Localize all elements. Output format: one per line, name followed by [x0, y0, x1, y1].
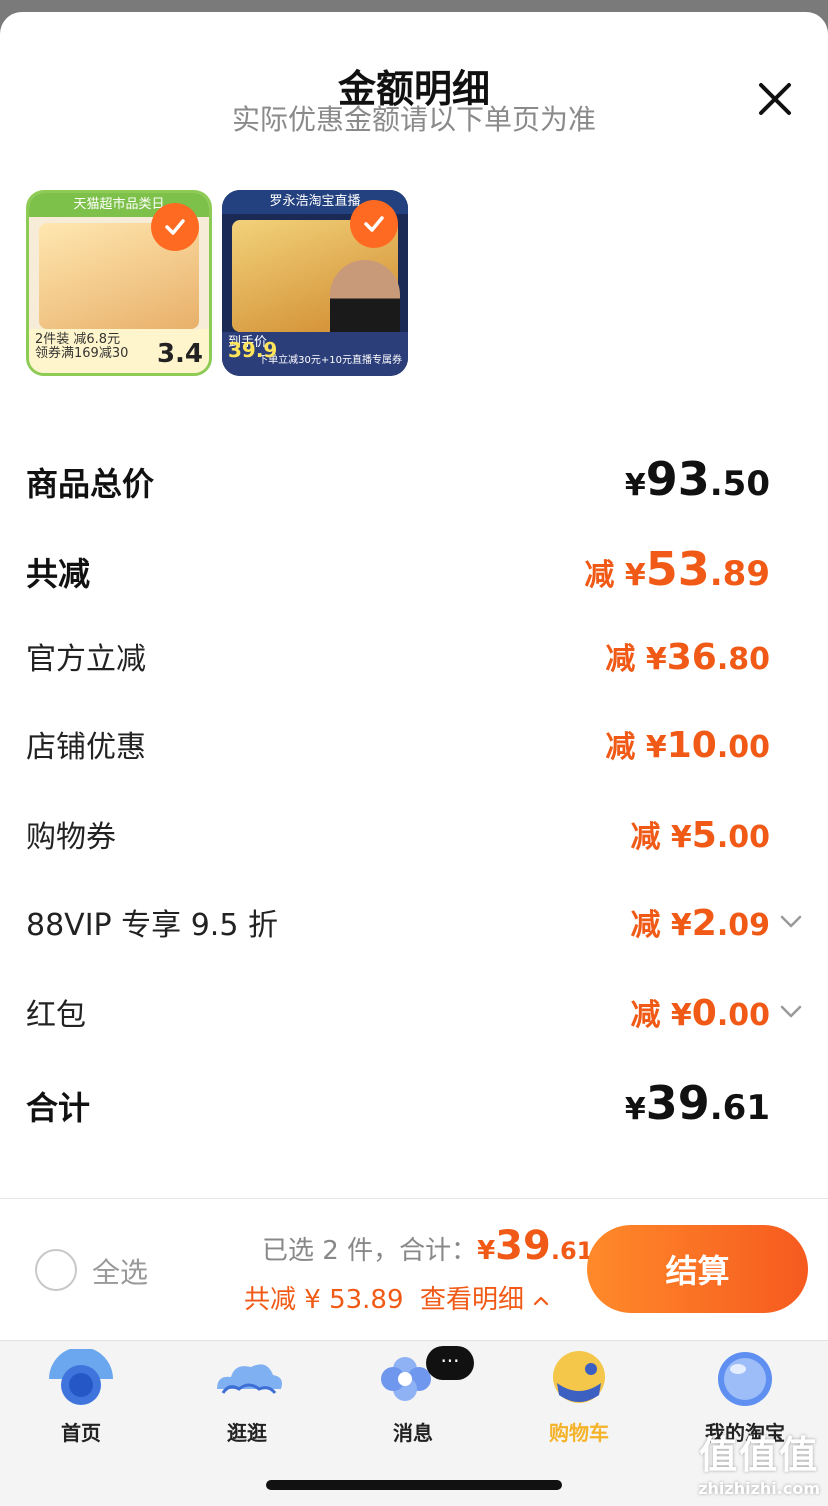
tab-label: 首页 [61, 1421, 101, 1445]
row-label: 官方立减 [26, 642, 146, 677]
row-label: 店铺优惠 [26, 730, 146, 765]
row-vip-discount[interactable]: 88VIP 专享 9.5 折 减 ¥2.09 [26, 900, 770, 944]
check-icon[interactable] [151, 203, 199, 251]
row-amount: 减 ¥0.00 [630, 993, 770, 1034]
row-amount: ¥39.61 [624, 1076, 770, 1130]
tab-label: 购物车 [549, 1421, 609, 1445]
row-label: 合计 [26, 1089, 91, 1127]
row-total-discount: 共减 减 ¥53.89 [26, 542, 770, 596]
tab-label: 逛逛 [227, 1421, 267, 1445]
product-price: 3.4 [156, 339, 203, 369]
cart-icon [541, 1349, 617, 1411]
row-label: 红包 [26, 998, 86, 1033]
check-icon[interactable] [350, 200, 398, 248]
select-all-radio[interactable] [35, 1249, 77, 1291]
row-label: 商品总价 [26, 465, 155, 503]
watermark: 值值值 zhizhizhi.com [698, 1433, 820, 1498]
product-price: 39.9 [228, 338, 278, 362]
chevron-down-icon[interactable] [778, 908, 804, 934]
row-sum: 合计 ¥39.61 [26, 1076, 770, 1130]
select-all-label[interactable]: 全选 [92, 1251, 148, 1291]
sheet-subtitle: 实际优惠金额请以下单页为准 [231, 103, 596, 136]
chevron-down-icon[interactable] [778, 998, 804, 1024]
close-icon[interactable] [752, 76, 798, 122]
chevron-up-icon [534, 1296, 549, 1305]
row-label: 88VIP 专享 9.5 折 [26, 908, 278, 943]
tab-home[interactable]: 首页 [26, 1347, 136, 1446]
home-indicator[interactable] [266, 1480, 562, 1490]
row-amount: 减 ¥36.80 [605, 637, 770, 678]
checkout-bar: 全选 已选 2 件，合计：¥39.61 共减 ¥ 53.89 查看明细 结算 [0, 1198, 828, 1340]
profile-orb-icon [707, 1349, 783, 1411]
row-label: 共减 [26, 555, 91, 593]
cloud-icon [209, 1349, 285, 1411]
row-red-packet[interactable]: 红包 减 ¥0.00 [26, 990, 770, 1034]
row-amount: 减 ¥10.00 [605, 725, 770, 766]
row-amount: 减 ¥53.89 [584, 542, 770, 596]
selected-summary: 已选 2 件，合计：¥39.61 [262, 1223, 594, 1269]
row-amount: 减 ¥5.00 [630, 815, 770, 856]
row-total-price: 商品总价 ¥93.50 [26, 452, 770, 506]
saved-summary[interactable]: 共减 ¥ 53.89 查看明细 [244, 1279, 550, 1316]
row-amount: ¥93.50 [624, 452, 770, 506]
view-detail-link[interactable]: 查看明细 [420, 1285, 524, 1315]
product-thumbnail-1[interactable]: 天猫超市品类日 2件装 减6.8元 领券满169减30 3.4 [26, 190, 212, 376]
row-coupon: 购物券 减 ¥5.00 [26, 812, 770, 856]
row-official-discount: 官方立减 减 ¥36.80 [26, 634, 770, 678]
row-amount: 减 ¥2.09 [630, 903, 770, 944]
tab-explore[interactable]: 逛逛 [192, 1349, 302, 1446]
amount-detail-sheet: 金额明细 实际优惠金额请以下单页为准 天猫超市品类日 2件装 减6.8元 领券满… [0, 12, 828, 1198]
tab-label: 消息 [393, 1421, 433, 1445]
message-badge: ··· [426, 1346, 474, 1380]
tab-cart[interactable]: 购物车 [524, 1349, 634, 1446]
home-icon [43, 1347, 119, 1411]
row-store-discount: 店铺优惠 减 ¥10.00 [26, 722, 770, 766]
checkout-button[interactable]: 结算 [587, 1225, 808, 1313]
row-label: 购物券 [26, 820, 116, 855]
product-thumbnail-2[interactable]: 罗永浩淘宝直播 到手价 下单立减30元+10元直播专属券 39.9 [222, 190, 408, 376]
